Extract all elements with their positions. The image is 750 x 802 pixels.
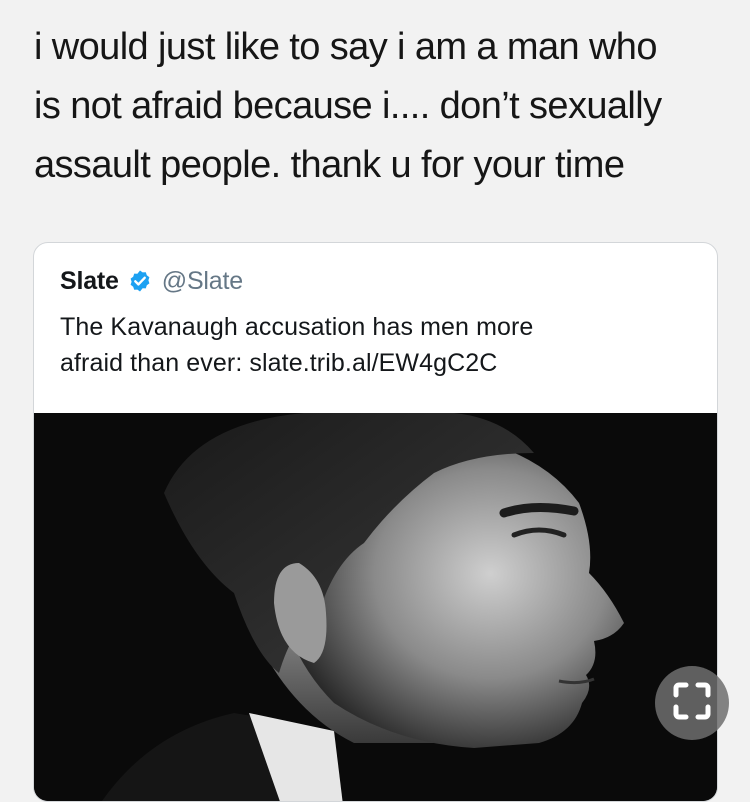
quoted-author-name[interactable]: Slate [60, 267, 119, 296]
quoted-tweet-card[interactable]: Slate @Slate The Kavanaugh accusation ha… [33, 242, 718, 802]
expand-icon [670, 679, 714, 728]
tweet-text: i would just like to say i am a man who … [34, 18, 734, 195]
tweet-text-line: is not afraid because i.... don’t sexual… [34, 85, 662, 127]
quoted-tweet-text-line[interactable]: afraid than ever: slate.trib.al/EW4gC2C [60, 345, 700, 381]
quoted-tweet-text-line: The Kavanaugh accusation has men more [60, 313, 534, 341]
tweet-text-line: assault people. thank u for your time [34, 144, 625, 186]
quoted-tweet-text: The Kavanaugh accusation has men more af… [60, 309, 700, 381]
quoted-tweet-header: Slate @Slate [60, 265, 243, 297]
tweet-text-line: i would just like to say i am a man who [34, 26, 657, 68]
quoted-tweet-photo[interactable] [34, 413, 717, 801]
expand-button[interactable] [655, 666, 729, 740]
quoted-author-handle[interactable]: @Slate [162, 267, 243, 296]
verified-badge-icon [128, 269, 152, 293]
